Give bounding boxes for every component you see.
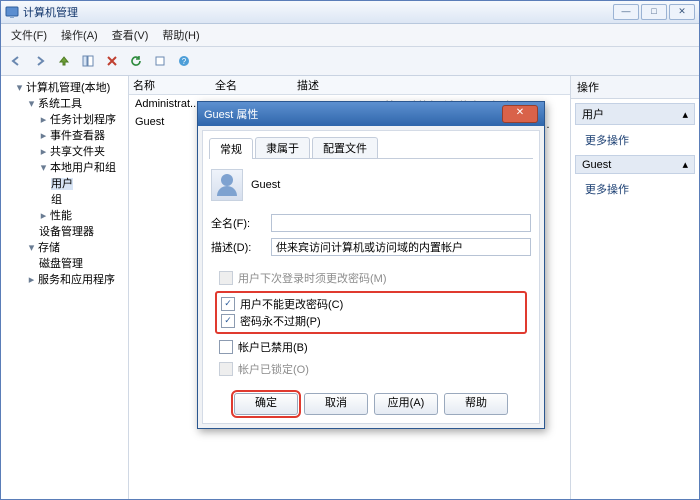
cancel-button[interactable]: 取消 bbox=[304, 393, 368, 415]
tree-storage[interactable]: 存储 bbox=[38, 242, 60, 254]
tree-event-viewer[interactable]: 事件查看器 bbox=[50, 130, 105, 142]
close-button[interactable]: ✕ bbox=[669, 4, 695, 20]
description-input[interactable] bbox=[271, 238, 531, 256]
tree-users[interactable]: 用户 bbox=[51, 178, 73, 190]
column-headers[interactable]: 名称 全名 描述 bbox=[129, 76, 570, 95]
col-description[interactable]: 描述 bbox=[297, 77, 319, 93]
description-label: 描述(D): bbox=[211, 239, 265, 255]
delete-icon[interactable] bbox=[101, 50, 123, 72]
actions-pane: 操作 用户 ▴ 更多操作 Guest ▴ 更多操作 bbox=[571, 76, 699, 499]
svg-text:?: ? bbox=[182, 57, 187, 66]
fullname-input[interactable] bbox=[271, 214, 531, 232]
actions-item-more[interactable]: 更多操作 bbox=[571, 129, 699, 151]
maximize-button[interactable]: □ bbox=[641, 4, 667, 20]
tree-task-scheduler[interactable]: 任务计划程序 bbox=[50, 114, 116, 126]
show-hide-tree-icon[interactable] bbox=[77, 50, 99, 72]
tree-device-mgr[interactable]: 设备管理器 bbox=[39, 226, 94, 238]
app-icon bbox=[5, 5, 19, 19]
dialog-titlebar[interactable]: Guest 属性 ✕ bbox=[198, 102, 544, 126]
col-fullname[interactable]: 全名 bbox=[215, 77, 237, 93]
ok-button[interactable]: 确定 bbox=[234, 393, 298, 415]
chk-account-disabled[interactable] bbox=[219, 340, 233, 354]
tree-local-users-groups[interactable]: 本地用户和组 bbox=[50, 162, 116, 174]
up-icon[interactable] bbox=[53, 50, 75, 72]
chk-change-pw-next-logon bbox=[219, 271, 233, 285]
menu-help[interactable]: 帮助(H) bbox=[162, 27, 199, 43]
menu-file[interactable]: 文件(F) bbox=[11, 27, 47, 43]
user-icon bbox=[211, 169, 243, 201]
actions-panel-title[interactable]: 用户 ▴ bbox=[575, 103, 695, 125]
tree-groups[interactable]: 组 bbox=[51, 194, 62, 206]
col-name[interactable]: 名称 bbox=[133, 77, 155, 93]
chk-account-locked bbox=[219, 362, 233, 376]
tree-root[interactable]: 计算机管理(本地) bbox=[26, 82, 110, 94]
toolbar: ? bbox=[1, 47, 699, 76]
fullname-label: 全名(F): bbox=[211, 215, 265, 231]
export-icon[interactable] bbox=[149, 50, 171, 72]
dialog-buttons: 确定 取消 应用(A) 帮助 bbox=[209, 385, 533, 417]
collapse-icon[interactable]: ▴ bbox=[682, 158, 688, 171]
tab-member-of[interactable]: 隶属于 bbox=[255, 137, 310, 158]
back-icon[interactable] bbox=[5, 50, 27, 72]
forward-icon[interactable] bbox=[29, 50, 51, 72]
window-title: 计算机管理 bbox=[23, 4, 78, 20]
apply-button[interactable]: 应用(A) bbox=[374, 393, 438, 415]
chk-user-cannot-change-pw[interactable] bbox=[221, 297, 235, 311]
menu-view[interactable]: 查看(V) bbox=[112, 27, 149, 43]
actions-item-more[interactable]: 更多操作 bbox=[571, 178, 699, 200]
menu-action[interactable]: 操作(A) bbox=[61, 27, 98, 43]
help-icon[interactable]: ? bbox=[173, 50, 195, 72]
dialog-tabs: 常规 隶属于 配置文件 bbox=[209, 137, 533, 159]
tree-performance[interactable]: 性能 bbox=[50, 210, 72, 222]
tree-services-apps[interactable]: 服务和应用程序 bbox=[38, 274, 115, 286]
chk-pw-never-expires[interactable] bbox=[221, 314, 235, 328]
minimize-button[interactable]: — bbox=[613, 4, 639, 20]
properties-dialog: Guest 属性 ✕ 常规 隶属于 配置文件 Guest 全名(F): 描述(D… bbox=[197, 101, 545, 429]
actions-header: 操作 bbox=[571, 76, 699, 99]
actions-panel-title[interactable]: Guest ▴ bbox=[575, 155, 695, 174]
main-window: 计算机管理 — □ ✕ 文件(F) 操作(A) 查看(V) 帮助(H) ? ▾计… bbox=[0, 0, 700, 500]
nav-tree[interactable]: ▾计算机管理(本地) ▾系统工具 ▸任务计划程序 ▸事件查看器 ▸共享文件夹 ▾… bbox=[1, 76, 129, 499]
titlebar: 计算机管理 — □ ✕ bbox=[1, 1, 699, 24]
tree-system-tools[interactable]: 系统工具 bbox=[38, 98, 82, 110]
tab-general[interactable]: 常规 bbox=[209, 138, 253, 159]
help-button[interactable]: 帮助 bbox=[444, 393, 508, 415]
tab-profile[interactable]: 配置文件 bbox=[312, 137, 378, 158]
dialog-title: Guest 属性 bbox=[204, 106, 502, 122]
tree-disk-mgmt[interactable]: 磁盘管理 bbox=[39, 258, 83, 270]
collapse-icon[interactable]: ▴ bbox=[682, 108, 688, 121]
refresh-icon[interactable] bbox=[125, 50, 147, 72]
tree-shared-folders[interactable]: 共享文件夹 bbox=[50, 146, 105, 158]
dialog-close-button[interactable]: ✕ bbox=[502, 105, 538, 123]
menubar: 文件(F) 操作(A) 查看(V) 帮助(H) bbox=[1, 24, 699, 47]
dialog-username: Guest bbox=[251, 179, 280, 191]
